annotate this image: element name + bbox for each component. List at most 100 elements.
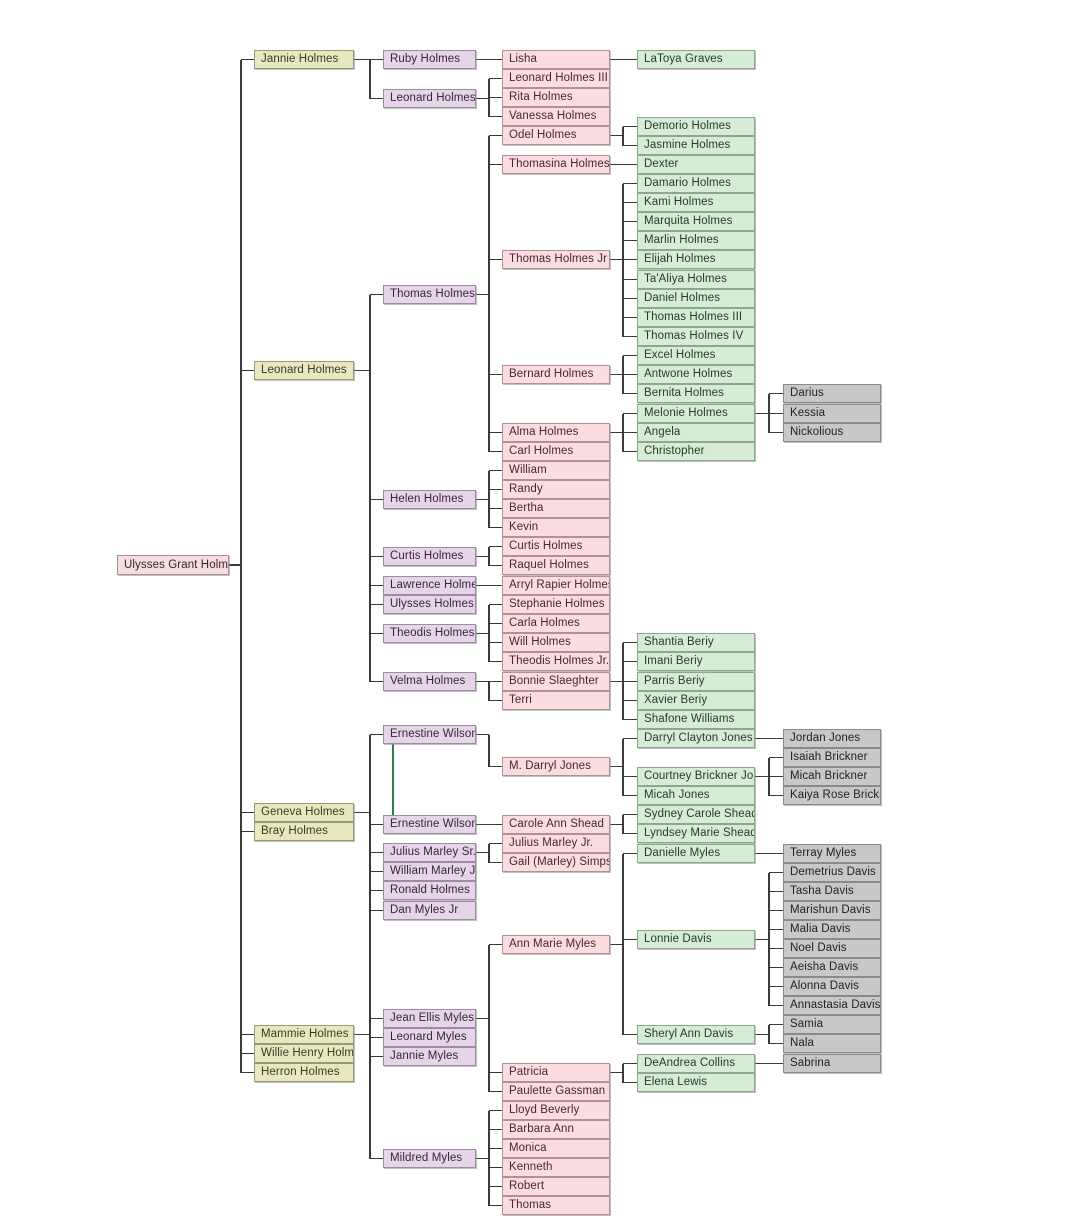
person-node[interactable]: Xavier Beriy [637, 691, 755, 710]
person-node[interactable]: Noel Davis [783, 939, 881, 958]
person-node[interactable]: Julius Marley Sr. [383, 843, 476, 862]
person-node[interactable]: Nala [783, 1034, 881, 1053]
person-node[interactable]: Carole Ann Shead [502, 815, 610, 834]
person-node[interactable]: Will Holmes [502, 633, 610, 652]
person-node[interactable]: Christopher [637, 442, 755, 461]
person-node[interactable]: Robert [502, 1177, 610, 1196]
person-node[interactable]: Vanessa Holmes [502, 107, 610, 126]
person-node[interactable]: Ulysses Holmes [383, 595, 476, 614]
person-node[interactable]: Leonard Holmes Jr [383, 89, 476, 108]
person-node[interactable]: William [502, 461, 610, 480]
person-node[interactable]: Monica [502, 1139, 610, 1158]
person-node[interactable]: Demorio Holmes [637, 117, 755, 136]
person-node[interactable]: Bonnie Slaeghter [502, 672, 610, 691]
person-node[interactable]: Odel Holmes [502, 126, 610, 145]
person-node[interactable]: Marlin Holmes [637, 231, 755, 250]
person-node[interactable]: Sydney Carole Shead [637, 805, 755, 824]
person-node[interactable]: Mammie Holmes [254, 1025, 354, 1044]
person-node[interactable]: Jean Ellis Myles [383, 1009, 476, 1028]
person-node[interactable]: Mildred Myles [383, 1149, 476, 1168]
person-node[interactable]: Stephanie Holmes [502, 595, 610, 614]
person-node[interactable]: Melonie Holmes [637, 404, 755, 423]
person-node[interactable]: M. Darryl Jones [502, 757, 610, 776]
person-node[interactable]: Ta'Aliya Holmes [637, 270, 755, 289]
person-node[interactable]: Ronald Holmes [383, 881, 476, 900]
person-node[interactable]: Bray Holmes [254, 822, 354, 841]
person-node[interactable]: Lonnie Davis [637, 930, 755, 949]
person-node[interactable]: Sabrina [783, 1054, 881, 1073]
person-node[interactable]: LaToya Graves [637, 50, 755, 69]
person-node[interactable]: Shafone Williams [637, 710, 755, 729]
person-node[interactable]: Tasha Davis [783, 882, 881, 901]
person-node[interactable]: Leonard Myles [383, 1028, 476, 1047]
person-node[interactable]: Dan Myles Jr [383, 901, 476, 920]
person-node[interactable]: Gail (Marley) Simpson [502, 853, 610, 872]
person-node[interactable]: Micah Brickner [783, 767, 881, 786]
person-node[interactable]: Velma Holmes [383, 672, 476, 691]
person-node[interactable]: Jannie Holmes [254, 50, 354, 69]
person-node[interactable]: Paulette Gassman [502, 1082, 610, 1101]
person-node[interactable]: Julius Marley Jr. [502, 834, 610, 853]
person-node[interactable]: Antwone Holmes [637, 365, 755, 384]
person-node[interactable]: Willie Henry Holmes [254, 1044, 354, 1063]
person-node[interactable]: Carl Holmes [502, 442, 610, 461]
person-node[interactable]: Thomas Holmes Jr [502, 250, 610, 269]
person-node[interactable]: Shantia Beriy [637, 633, 755, 652]
person-node[interactable]: Isaiah Brickner [783, 748, 881, 767]
person-node[interactable]: Alma Holmes [502, 423, 610, 442]
person-node[interactable]: Thomas [502, 1196, 610, 1215]
person-node[interactable]: Raquel Holmes [502, 556, 610, 575]
person-node[interactable]: Kessia [783, 404, 881, 423]
person-node[interactable]: Demetrius Davis [783, 863, 881, 882]
person-node[interactable]: Terray Myles [783, 844, 881, 863]
person-node[interactable]: Darius [783, 384, 881, 403]
person-node[interactable]: Jannie Myles [383, 1047, 476, 1066]
person-node[interactable]: Kami Holmes [637, 193, 755, 212]
person-node[interactable]: Ernestine Wilson [383, 725, 476, 744]
person-node[interactable]: Excel Holmes [637, 346, 755, 365]
person-node[interactable]: Danielle Myles [637, 844, 755, 863]
person-node[interactable]: Lawrence Holmes [383, 576, 476, 595]
person-node[interactable]: Darryl Clayton Jones [637, 729, 755, 748]
person-node[interactable]: Ruby Holmes [383, 50, 476, 69]
person-node[interactable]: Kenneth [502, 1158, 610, 1177]
person-node[interactable]: Theodis Holmes Jr. [502, 652, 610, 671]
person-node[interactable]: Theodis Holmes [383, 624, 476, 643]
person-node[interactable]: Leonard Holmes [254, 361, 354, 380]
person-node[interactable]: DeAndrea Collins [637, 1054, 755, 1073]
person-node[interactable]: Lyndsey Marie Shead [637, 824, 755, 843]
person-node[interactable]: Thomasina Holmes [502, 155, 610, 174]
person-node[interactable]: Thomas Holmes [383, 285, 476, 304]
person-node[interactable]: Elena Lewis [637, 1073, 755, 1092]
person-node[interactable]: Samia [783, 1015, 881, 1034]
person-node[interactable]: William Marley Jr. [383, 862, 476, 881]
person-node[interactable]: Courtney Brickner Jones [637, 767, 755, 786]
person-node[interactable]: Kaiya Rose Brickner [783, 786, 881, 805]
person-node[interactable]: Daniel Holmes [637, 289, 755, 308]
person-node[interactable]: Curtis Holmes [383, 547, 476, 566]
person-node[interactable]: Geneva Holmes [254, 803, 354, 822]
person-node[interactable]: Annastasia Davis [783, 996, 881, 1015]
person-node[interactable]: Herron Holmes [254, 1063, 354, 1082]
person-node[interactable]: Leonard Holmes III [502, 69, 610, 88]
person-node[interactable]: Nickolious [783, 423, 881, 442]
person-node[interactable]: Marishun Davis [783, 901, 881, 920]
person-node[interactable]: Ernestine Wilson [383, 815, 476, 834]
person-node[interactable]: Imani Beriy [637, 652, 755, 671]
person-node[interactable]: Curtis Holmes [502, 537, 610, 556]
person-node[interactable]: Lisha [502, 50, 610, 69]
person-node[interactable]: Angela [637, 423, 755, 442]
person-node[interactable]: Lloyd Beverly [502, 1101, 610, 1120]
person-node[interactable]: Bernita Holmes [637, 384, 755, 403]
person-node[interactable]: Elijah Holmes [637, 250, 755, 269]
person-node[interactable]: Bertha [502, 499, 610, 518]
person-node[interactable]: Barbara Ann [502, 1120, 610, 1139]
person-node[interactable]: Jasmine Holmes [637, 136, 755, 155]
person-node[interactable]: Micah Jones [637, 786, 755, 805]
person-node[interactable]: Dexter [637, 155, 755, 174]
person-node[interactable]: Patricia [502, 1063, 610, 1082]
person-node[interactable]: Malia Davis [783, 920, 881, 939]
person-node[interactable]: Sheryl Ann Davis [637, 1025, 755, 1044]
person-node[interactable]: Thomas Holmes III [637, 308, 755, 327]
person-node[interactable]: Damario Holmes [637, 174, 755, 193]
